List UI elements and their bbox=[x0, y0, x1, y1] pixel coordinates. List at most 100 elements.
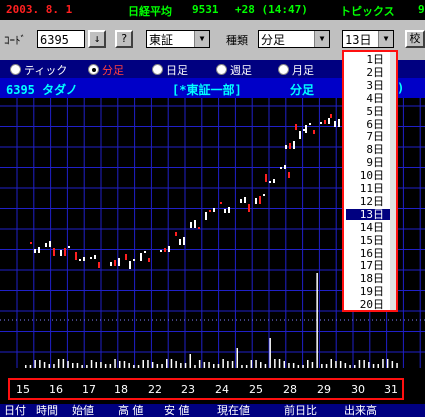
dropdown-item[interactable]: 7日 bbox=[346, 131, 390, 143]
volume-bar bbox=[339, 361, 342, 368]
dropdown-item[interactable]: 1日 bbox=[346, 54, 390, 66]
volume-bar bbox=[180, 363, 182, 368]
index-change: +28 (14:47) bbox=[235, 3, 308, 16]
radio-tick[interactable]: ティック bbox=[10, 62, 67, 78]
days-dropdown-list[interactable]: 1日 2日 3日 4日 5日 6日 7日 8日 9日 10日 11日 12日 13日 14日 15日 16日 1… bbox=[342, 50, 398, 312]
candle bbox=[324, 120, 326, 124]
volume-bar bbox=[354, 365, 356, 368]
volume-bar bbox=[198, 360, 201, 368]
candle bbox=[75, 252, 77, 260]
candle bbox=[328, 118, 330, 124]
volume-bar bbox=[231, 361, 234, 368]
volume-bar bbox=[255, 360, 257, 368]
volume-bar bbox=[72, 363, 74, 368]
candle bbox=[293, 141, 295, 149]
column-header-cell: 出来高 bbox=[344, 404, 377, 417]
candle bbox=[205, 212, 207, 220]
extra-button-label: 校 bbox=[409, 32, 421, 45]
volume-bar bbox=[114, 359, 116, 368]
radio-monthly[interactable]: 月足 bbox=[278, 62, 314, 78]
volume-bar bbox=[62, 359, 65, 368]
type-select[interactable]: 分足 ▼ bbox=[258, 30, 330, 48]
radio-button-icon[interactable] bbox=[10, 64, 21, 75]
volume-bar bbox=[43, 362, 46, 368]
volume-bar bbox=[29, 365, 32, 368]
dropdown-item[interactable]: 6日 bbox=[346, 118, 390, 131]
volume-bar bbox=[213, 364, 215, 368]
candle bbox=[285, 145, 287, 149]
dropdown-item[interactable]: 4日 bbox=[346, 92, 390, 105]
dropdown-item[interactable]: 15日 bbox=[346, 234, 390, 247]
candle bbox=[53, 248, 55, 256]
dropdown-item[interactable]: 17日 bbox=[346, 260, 390, 272]
candle bbox=[34, 249, 36, 253]
volume-bar bbox=[81, 365, 83, 368]
radio-daily[interactable]: 日足 bbox=[152, 62, 188, 78]
column-header-cell: 安 値 bbox=[164, 404, 190, 417]
volume-bar bbox=[391, 361, 394, 368]
volume-bar bbox=[170, 359, 173, 368]
volume-bar bbox=[104, 364, 107, 368]
radio-button-icon[interactable] bbox=[278, 64, 289, 75]
volume-bar bbox=[245, 365, 248, 368]
volume-bar bbox=[137, 365, 140, 368]
dropdown-item[interactable]: 8日 bbox=[346, 144, 390, 156]
dropdown-item[interactable]: 18日 bbox=[346, 273, 390, 285]
candle bbox=[338, 119, 340, 127]
help-button[interactable]: ? bbox=[115, 30, 133, 48]
day-label: 30 bbox=[351, 383, 365, 396]
dropdown-item[interactable]: 11日 bbox=[346, 183, 390, 195]
chevron-down-icon[interactable]: ▼ bbox=[194, 31, 209, 47]
dropdown-item[interactable]: 10日 bbox=[346, 170, 390, 182]
market-select[interactable]: 東証 ▼ bbox=[146, 30, 210, 48]
dropdown-item[interactable]: 3日 bbox=[346, 80, 390, 92]
radio-button-icon[interactable] bbox=[88, 64, 99, 75]
candle bbox=[295, 124, 297, 130]
candle bbox=[299, 131, 301, 139]
dropdown-item[interactable]: 9日 bbox=[346, 157, 390, 169]
volume-bar bbox=[151, 362, 154, 368]
volume-bar bbox=[194, 365, 196, 368]
radio-button-icon[interactable] bbox=[216, 64, 227, 75]
dropdown-item[interactable]: 16日 bbox=[346, 247, 390, 260]
column-header: 日付 時間 始値 高 値 安 値 現在値 前日比 出来高 bbox=[0, 404, 425, 417]
days-select[interactable]: 13日 ▼ bbox=[342, 30, 394, 48]
dropdown-item[interactable]: 14日 bbox=[346, 221, 390, 234]
day-label: 31 bbox=[384, 383, 398, 396]
candle bbox=[179, 239, 181, 245]
dropdown-item[interactable]: 20日 bbox=[346, 299, 390, 311]
dropdown-item[interactable]: 13日 bbox=[346, 209, 390, 221]
day-axis: 15 16 17 18 22 23 24 25 28 29 30 31 bbox=[8, 378, 404, 400]
candle bbox=[190, 222, 192, 228]
candle bbox=[209, 210, 211, 212]
radio-weekly[interactable]: 週足 bbox=[216, 62, 252, 78]
chevron-down-icon[interactable]: ▼ bbox=[378, 31, 393, 47]
volume-bar bbox=[260, 362, 262, 368]
radio-minute[interactable]: 分足 bbox=[88, 62, 124, 78]
radio-button-icon[interactable] bbox=[152, 64, 163, 75]
volume-bar bbox=[297, 365, 300, 368]
scrollbar[interactable] bbox=[390, 52, 396, 310]
volume-bar bbox=[358, 360, 361, 368]
chevron-down-icon[interactable]: ▼ bbox=[314, 31, 329, 47]
index-value: 9531 bbox=[192, 3, 219, 16]
volume-bar bbox=[311, 362, 314, 368]
extra-button[interactable]: 校 bbox=[405, 30, 425, 48]
candle bbox=[38, 247, 40, 253]
volume-bar bbox=[386, 359, 389, 368]
column-header-cell: 日付 bbox=[4, 404, 26, 417]
topics-value: 9 bbox=[418, 3, 425, 16]
code-input[interactable]: 6395 bbox=[37, 30, 85, 48]
candle bbox=[288, 172, 290, 178]
radio-tick-label: ティック bbox=[24, 64, 68, 77]
dropdown-item[interactable]: 19日 bbox=[346, 286, 390, 298]
column-header-cell: 前日比 bbox=[284, 404, 317, 417]
down-arrow-button[interactable]: ↓ bbox=[88, 30, 106, 48]
dropdown-item[interactable]: 5日 bbox=[346, 105, 390, 118]
volume-bar bbox=[307, 360, 309, 368]
dropdown-item[interactable]: 2日 bbox=[346, 67, 390, 79]
volume-bar bbox=[119, 361, 121, 368]
dropdown-item[interactable]: 12日 bbox=[346, 196, 390, 208]
candle bbox=[30, 242, 32, 244]
candle bbox=[94, 255, 96, 259]
